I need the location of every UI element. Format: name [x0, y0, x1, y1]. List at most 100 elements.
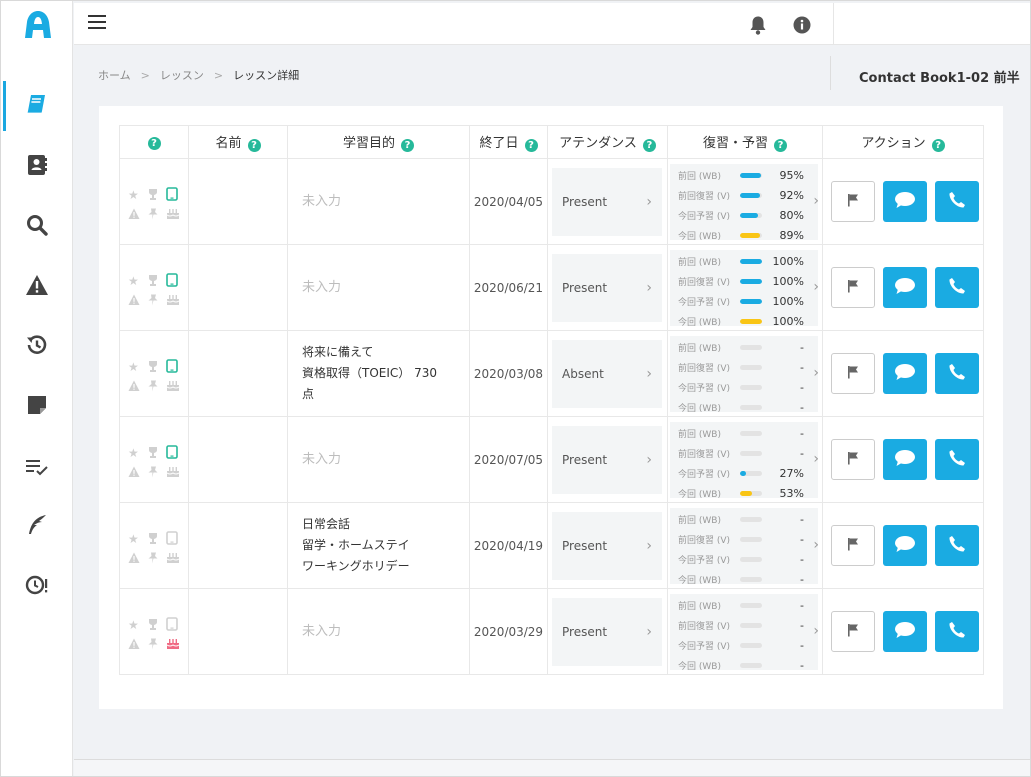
flag-button[interactable] — [831, 611, 876, 652]
phone-icon — [948, 449, 966, 470]
sidebar-item-checklist[interactable] — [1, 445, 73, 489]
bell-icon[interactable] — [748, 15, 768, 38]
chevron-right-icon[interactable]: › — [813, 537, 819, 553]
help-icon[interactable]: ? — [931, 139, 945, 152]
attendance-select[interactable]: Present › — [552, 425, 662, 494]
birthday-cake-icon[interactable] — [166, 637, 180, 653]
app-logo-icon[interactable] — [22, 8, 54, 42]
attendance-select[interactable]: Present › — [552, 511, 662, 580]
chevron-right-icon[interactable]: › — [813, 451, 819, 467]
call-button[interactable] — [935, 353, 979, 394]
flag-button[interactable] — [831, 525, 876, 566]
trophy-icon[interactable] — [148, 360, 158, 375]
review-box[interactable]: 前回 (WB) 100% 前回復習 (V) 100% 今回予習 (V) 100% 今回 (W… — [670, 249, 818, 328]
attendance-select[interactable]: Present › — [552, 253, 662, 322]
star-icon[interactable]: ★ — [128, 188, 139, 202]
star-icon[interactable]: ★ — [128, 532, 139, 546]
review-percent: - — [800, 427, 804, 440]
attendance-select[interactable]: Absent › — [552, 339, 662, 408]
breadcrumb-lessons[interactable]: レッスン — [160, 67, 204, 83]
chevron-right-icon[interactable]: › — [813, 193, 819, 209]
help-icon[interactable]: ? — [642, 139, 656, 152]
review-progress-bar — [740, 279, 762, 284]
help-icon[interactable]: ? — [401, 139, 414, 152]
chevron-right-icon[interactable]: › — [813, 365, 819, 381]
warning-icon[interactable] — [128, 208, 140, 223]
hamburger-icon[interactable] — [88, 15, 110, 33]
birthday-cake-icon[interactable] — [166, 207, 180, 223]
birthday-cake-icon[interactable] — [166, 293, 180, 309]
star-icon[interactable]: ★ — [128, 274, 139, 288]
attendance-cell: Present › — [547, 416, 668, 503]
review-box[interactable]: 前回 (WB) - 前回復習 (V) - 今回予習 (V) 27% 今回 (WB) 53% — [670, 421, 818, 500]
trophy-icon[interactable] — [148, 618, 158, 633]
tablet-icon[interactable] — [166, 530, 178, 548]
warning-icon[interactable] — [128, 294, 140, 309]
call-button[interactable] — [935, 181, 979, 222]
review-cell: 前回 (WB) - 前回復習 (V) - 今回予習 (V) - 今回 (WB) - › — [667, 588, 823, 675]
warning-icon[interactable] — [128, 466, 140, 481]
chat-button[interactable] — [883, 439, 928, 480]
star-icon[interactable]: ★ — [128, 360, 139, 374]
trophy-icon[interactable] — [148, 274, 158, 289]
review-box[interactable]: 前回 (WB) - 前回復習 (V) - 今回予習 (V) - 今回 (WB) - — [670, 507, 818, 586]
chat-button[interactable] — [883, 181, 928, 222]
tablet-icon[interactable] — [166, 186, 178, 204]
call-button[interactable] — [935, 611, 979, 652]
chat-button[interactable] — [883, 353, 928, 394]
pin-icon[interactable] — [148, 294, 158, 309]
tablet-icon[interactable] — [166, 358, 178, 376]
sidebar-item-history[interactable] — [1, 323, 73, 367]
chevron-right-icon[interactable]: › — [813, 279, 819, 295]
pin-icon[interactable] — [148, 466, 158, 481]
tablet-icon[interactable] — [166, 616, 178, 634]
warning-icon[interactable] — [128, 638, 140, 653]
birthday-cake-icon[interactable] — [166, 465, 180, 481]
chat-button[interactable] — [883, 267, 928, 308]
sidebar-item-overdue[interactable] — [1, 563, 73, 607]
pin-icon[interactable] — [148, 380, 158, 395]
sidebar-item-feedback[interactable] — [1, 503, 73, 547]
trophy-icon[interactable] — [148, 446, 158, 461]
help-icon[interactable]: ? — [247, 139, 261, 152]
star-icon[interactable]: ★ — [128, 618, 139, 632]
sidebar-item-contacts[interactable] — [1, 143, 73, 187]
chat-button[interactable] — [883, 525, 928, 566]
sidebar-item-notes[interactable] — [1, 383, 73, 427]
trophy-icon[interactable] — [148, 188, 158, 203]
attendance-select[interactable]: Present › — [552, 167, 662, 236]
chat-button[interactable] — [883, 611, 928, 652]
call-button[interactable] — [935, 525, 979, 566]
star-icon[interactable]: ★ — [128, 446, 139, 460]
review-box[interactable]: 前回 (WB) 95% 前回復習 (V) 92% 今回予習 (V) 80% 今回 (WB) 8… — [670, 163, 818, 242]
sidebar-item-alerts[interactable] — [1, 263, 73, 307]
birthday-cake-icon[interactable] — [166, 551, 180, 567]
phone-icon — [948, 277, 966, 298]
review-box[interactable]: 前回 (WB) - 前回復習 (V) - 今回予習 (V) - 今回 (WB) - — [670, 593, 818, 672]
trophy-icon[interactable] — [148, 532, 158, 547]
sidebar-item-search[interactable] — [1, 203, 73, 247]
flag-button[interactable] — [831, 353, 876, 394]
sidebar-item-lessons[interactable] — [1, 81, 73, 131]
help-icon[interactable]: ? — [147, 137, 161, 150]
warning-icon[interactable] — [128, 552, 140, 567]
review-box[interactable]: 前回 (WB) - 前回復習 (V) - 今回予習 (V) - 今回 (WB) - — [670, 335, 818, 414]
chevron-right-icon[interactable]: › — [813, 623, 819, 639]
help-icon[interactable]: ? — [524, 139, 538, 152]
breadcrumb-home[interactable]: ホーム — [98, 67, 131, 83]
pin-icon[interactable] — [148, 208, 158, 223]
birthday-cake-icon[interactable] — [166, 379, 180, 395]
info-icon[interactable] — [792, 15, 812, 38]
call-button[interactable] — [935, 439, 979, 480]
help-icon[interactable]: ? — [774, 139, 787, 152]
flag-button[interactable] — [831, 181, 876, 222]
pin-icon[interactable] — [148, 638, 158, 653]
tablet-icon[interactable] — [166, 444, 178, 462]
pin-icon[interactable] — [148, 552, 158, 567]
attendance-select[interactable]: Present › — [552, 597, 662, 666]
warning-icon[interactable] — [128, 380, 140, 395]
flag-button[interactable] — [831, 267, 876, 308]
call-button[interactable] — [935, 267, 979, 308]
flag-button[interactable] — [831, 439, 876, 480]
tablet-icon[interactable] — [166, 272, 178, 290]
